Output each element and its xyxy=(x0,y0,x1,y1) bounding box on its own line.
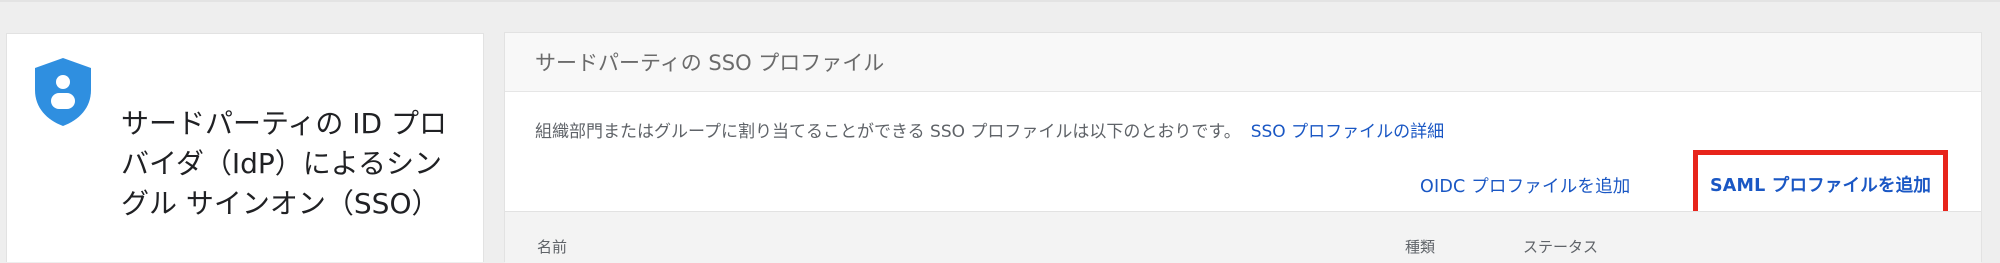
profiles-table-header: 名前 種類 ステータス xyxy=(505,211,1981,263)
top-divider xyxy=(0,0,2000,2)
column-header-type[interactable]: 種類 xyxy=(1405,236,1435,257)
description-text: 組織部門またはグループに割り当てることができる SSO プロファイルは以下のとお… xyxy=(535,122,1241,142)
column-header-name[interactable]: 名前 xyxy=(537,236,567,257)
panel-description: 組織部門またはグループに割り当てることができる SSO プロファイルは以下のとお… xyxy=(535,117,1444,142)
section-title: サードパーティの ID プロバイダ（IdP）によるシングル サインオン（SSO） xyxy=(121,107,447,220)
shield-user-icon xyxy=(35,58,91,126)
column-header-status[interactable]: ステータス xyxy=(1523,236,1598,257)
panel-title: サードパーティの SSO プロファイル xyxy=(535,51,885,75)
panel-header: サードパーティの SSO プロファイル xyxy=(505,33,1981,92)
add-oidc-profile-button[interactable]: OIDC プロファイルを追加 xyxy=(1420,161,1631,213)
add-saml-profile-button[interactable]: SAML プロファイルを追加 xyxy=(1693,150,1948,216)
sso-profiles-panel: サードパーティの SSO プロファイル 組織部門またはグループに割り当てることが… xyxy=(504,32,1982,263)
sso-section-card: サードパーティの ID プロバイダ（IdP）によるシングル サインオン（SSO） xyxy=(6,33,484,262)
sso-profile-details-link[interactable]: SSO プロファイルの詳細 xyxy=(1251,122,1444,142)
